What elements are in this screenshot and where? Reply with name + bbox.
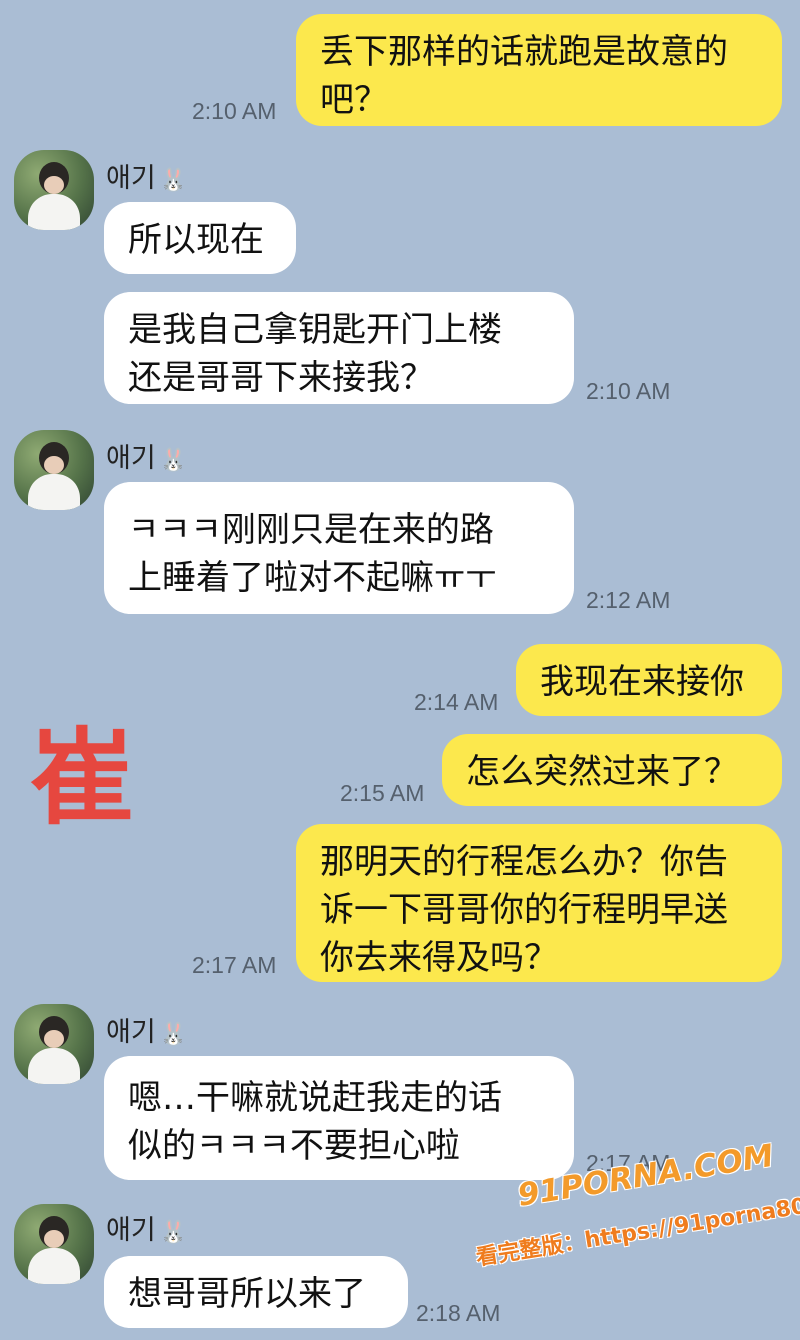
message-timestamp: 2:10 AM bbox=[586, 378, 671, 404]
contact-name: 애기 🐰 bbox=[106, 163, 188, 194]
message-bubble-incoming[interactable]: 想哥哥所以来了 bbox=[104, 1256, 408, 1328]
message-bubble-incoming[interactable]: 是我自己拿钥匙开门上楼 还是哥哥下来接我？ bbox=[104, 292, 574, 404]
contact-avatar[interactable] bbox=[14, 1204, 94, 1284]
rabbit-icon: 🐰 bbox=[159, 1022, 188, 1047]
contact-avatar[interactable] bbox=[14, 1004, 94, 1084]
contact-name: 애기 🐰 bbox=[106, 1017, 188, 1048]
message-bubble-incoming[interactable]: 所以现在 bbox=[104, 202, 296, 274]
message-timestamp: 2:18 AM bbox=[416, 1300, 501, 1326]
message-timestamp: 2:17 AM bbox=[192, 952, 277, 978]
contact-name: 애기 🐰 bbox=[106, 443, 188, 474]
contact-avatar[interactable] bbox=[14, 150, 94, 230]
rabbit-icon: 🐰 bbox=[159, 448, 188, 473]
message-timestamp: 2:15 AM bbox=[340, 780, 425, 806]
contact-name: 애기 🐰 bbox=[106, 1215, 188, 1246]
message-bubble-outgoing[interactable]: 丢下那样的话就跑是故意的 吧？ bbox=[296, 14, 782, 126]
message-bubble-incoming[interactable]: 嗯…干嘛就说赶我走的话 似的ㅋㅋㅋ不要担心啦 bbox=[104, 1056, 574, 1180]
rabbit-icon: 🐰 bbox=[159, 168, 188, 193]
rabbit-icon: 🐰 bbox=[159, 1220, 188, 1245]
message-bubble-outgoing[interactable]: 那明天的行程怎么办？你告 诉一下哥哥你的行程明早送 你去来得及吗？ bbox=[296, 824, 782, 982]
message-bubble-incoming[interactable]: ㅋㅋㅋ刚刚只是在来的路 上睡着了啦对不起嘛ㅠㅜ bbox=[104, 482, 574, 614]
contact-avatar[interactable] bbox=[14, 430, 94, 510]
message-timestamp: 2:14 AM bbox=[414, 689, 499, 715]
overlay-tag: 崔 bbox=[30, 717, 135, 839]
message-timestamp: 2:10 AM bbox=[192, 98, 277, 124]
message-timestamp: 2:12 AM bbox=[586, 587, 671, 613]
message-bubble-outgoing[interactable]: 我现在来接你 bbox=[516, 644, 782, 716]
message-bubble-outgoing[interactable]: 怎么突然过来了？ bbox=[442, 734, 782, 806]
